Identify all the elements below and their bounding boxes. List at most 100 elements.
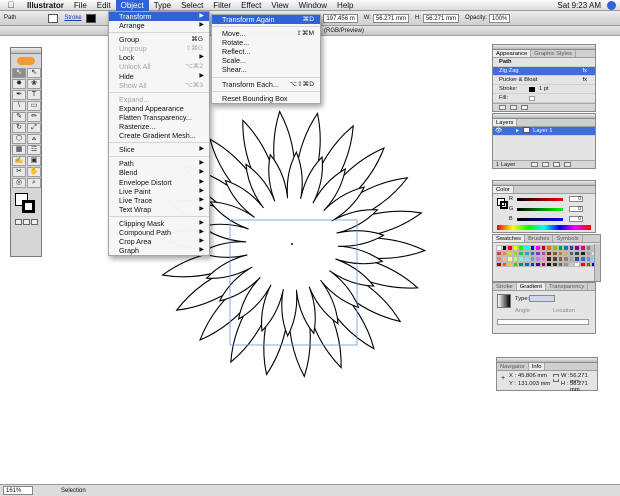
b-value[interactable]: 0: [569, 216, 583, 222]
tool-icon[interactable]: ⬡: [12, 134, 26, 144]
tab-symbols[interactable]: Symbols: [553, 235, 583, 242]
tab-gradient[interactable]: Gradient: [516, 283, 546, 290]
stroke-label[interactable]: Stroke: [64, 15, 81, 21]
object-item-live-paint[interactable]: Live Paint ▶: [109, 187, 209, 196]
tool-icon[interactable]: ⤢: [27, 123, 41, 133]
gradient-slider[interactable]: [497, 319, 589, 325]
menu-select[interactable]: Select: [176, 0, 208, 11]
clear-appearance-icon[interactable]: [499, 105, 506, 110]
tool-icon[interactable]: ❀: [27, 79, 41, 89]
fx-icon[interactable]: fx: [582, 76, 587, 85]
g-value[interactable]: 0: [569, 206, 583, 212]
tool-icon[interactable]: ▦: [12, 145, 26, 155]
g-slider[interactable]: [517, 208, 563, 211]
object-item-clipping-mask[interactable]: Clipping Mask ▶: [109, 219, 209, 228]
appearance-row-stroke[interactable]: Stroke: 1 pt: [493, 85, 595, 94]
object-item-hide[interactable]: Hide ▶: [109, 72, 209, 81]
tool-icon[interactable]: ✏: [27, 112, 41, 122]
tab-layers[interactable]: Layers: [493, 119, 518, 126]
tool-icon[interactable]: ✍: [12, 156, 26, 166]
fill-swatch[interactable]: [48, 13, 59, 23]
transform-item-transform-each[interactable]: Transform Each... ⌥⇧⌘D: [212, 80, 320, 89]
fx-icon[interactable]: fx: [582, 67, 587, 76]
object-item-expand[interactable]: Expand...: [109, 95, 209, 104]
r-slider[interactable]: [517, 198, 563, 201]
tab-info[interactable]: Info: [528, 363, 546, 370]
object-item-graph[interactable]: Graph ▶: [109, 246, 209, 255]
tool-icon[interactable]: ⇖: [27, 68, 41, 78]
menu-illustrator[interactable]: Illustrator: [22, 0, 69, 11]
object-item-transform[interactable]: Transform ▶: [109, 12, 209, 22]
tool-icon[interactable]: ⌕: [27, 178, 41, 188]
stroke-color-icon[interactable]: [22, 200, 35, 213]
tab-stroke[interactable]: Stroke: [493, 283, 517, 290]
tool-icon[interactable]: ✂: [12, 167, 26, 177]
none-mode-icon[interactable]: [30, 219, 38, 225]
object-item-live-trace[interactable]: Live Trace ▶: [109, 196, 209, 205]
opacity-field[interactable]: 100%: [489, 13, 511, 23]
tab-brushes[interactable]: Brushes: [525, 235, 554, 242]
gradient-mode-icon[interactable]: [22, 219, 30, 225]
appearance-row-zigzag[interactable]: Zig Zag fx: [493, 67, 595, 76]
menu-object[interactable]: Object: [115, 0, 149, 11]
spotlight-icon[interactable]: [607, 0, 616, 10]
r-value[interactable]: 0: [569, 196, 583, 202]
tool-icon[interactable]: T: [27, 90, 41, 100]
x-field[interactable]: 197.456 m: [323, 13, 358, 23]
tool-icon[interactable]: ✋: [27, 167, 41, 177]
tab-appearance[interactable]: Appearance: [493, 50, 532, 57]
gradient-type-select[interactable]: [529, 295, 555, 302]
tab-navigator[interactable]: Navigator: [497, 363, 529, 370]
duplicate-item-icon[interactable]: [510, 105, 517, 110]
appearance-row-fill[interactable]: Fill:: [493, 94, 595, 103]
tool-icon[interactable]: ✎: [12, 112, 26, 122]
w-field[interactable]: 56.271 mm: [372, 13, 409, 23]
object-item-group[interactable]: Group ⌘G: [109, 35, 209, 44]
object-item-compound-path[interactable]: Compound Path ▶: [109, 228, 209, 237]
zoom-field[interactable]: 161%: [3, 486, 33, 495]
object-item-expand-appearance[interactable]: Expand Appearance: [109, 104, 209, 113]
eye-icon[interactable]: 👁: [495, 128, 502, 134]
tab-transparency[interactable]: Transparency: [546, 283, 589, 290]
tool-icon[interactable]: ✸: [12, 79, 26, 89]
object-item-show-all[interactable]: Show All ⌥⌘3: [109, 81, 209, 90]
swatches-scrollbar[interactable]: [594, 244, 600, 281]
menu-window[interactable]: Window: [294, 0, 332, 11]
color-stroke-icon[interactable]: [500, 201, 508, 209]
transform-item-rotate[interactable]: Rotate...: [212, 38, 320, 47]
object-item-envelope-distort[interactable]: Envelope Distort ▶: [109, 178, 209, 187]
tool-icon[interactable]: ◎: [12, 178, 26, 188]
color-mode-icon[interactable]: [14, 219, 22, 225]
object-item-path[interactable]: Path ▶: [109, 159, 209, 168]
h-field[interactable]: 56.271 mm: [422, 13, 459, 23]
new-sublayer-icon[interactable]: [542, 162, 550, 167]
tool-icon[interactable]: ⩟: [27, 134, 41, 144]
transform-item-shear[interactable]: Shear...: [212, 65, 320, 74]
tab-graphic-styles[interactable]: Graphic Styles: [531, 50, 576, 57]
object-item-arrange[interactable]: Arrange ▶: [109, 21, 209, 30]
transform-item-move[interactable]: Move... ⇧⌘M: [212, 29, 320, 38]
transform-item-scale[interactable]: Scale...: [212, 56, 320, 65]
transform-item-reflect[interactable]: Reflect...: [212, 47, 320, 56]
appearance-row-pucker[interactable]: Pucker & Bloat fx: [493, 76, 595, 85]
menu-view[interactable]: View: [266, 0, 293, 11]
object-item-ungroup[interactable]: Ungroup ⇧⌘G: [109, 44, 209, 53]
transform-item-reset-bounding-box[interactable]: Reset Bounding Box: [212, 94, 320, 103]
menu-effect[interactable]: Effect: [236, 0, 266, 11]
gradient-preview[interactable]: [497, 294, 511, 308]
tool-icon[interactable]: ✒: [12, 90, 26, 100]
new-layer-icon[interactable]: [553, 162, 561, 167]
expand-triangle-icon[interactable]: ▸: [516, 128, 519, 134]
tool-icon[interactable]: \: [12, 101, 26, 111]
menu-help[interactable]: Help: [332, 0, 358, 11]
color-spectrum[interactable]: [497, 225, 591, 230]
b-slider[interactable]: [517, 218, 563, 221]
trash-icon[interactable]: [564, 162, 572, 167]
tool-icon[interactable]: ↻: [12, 123, 26, 133]
tab-color[interactable]: Color: [493, 186, 514, 193]
fill-stroke-control[interactable]: [11, 191, 41, 217]
status-text[interactable]: Selection: [61, 488, 86, 494]
clock[interactable]: Sat 9:23 AM: [557, 1, 601, 10]
object-item-crop-area[interactable]: Crop Area ▶: [109, 237, 209, 246]
layer-row[interactable]: 👁 ▸ Layer 1: [493, 127, 595, 136]
